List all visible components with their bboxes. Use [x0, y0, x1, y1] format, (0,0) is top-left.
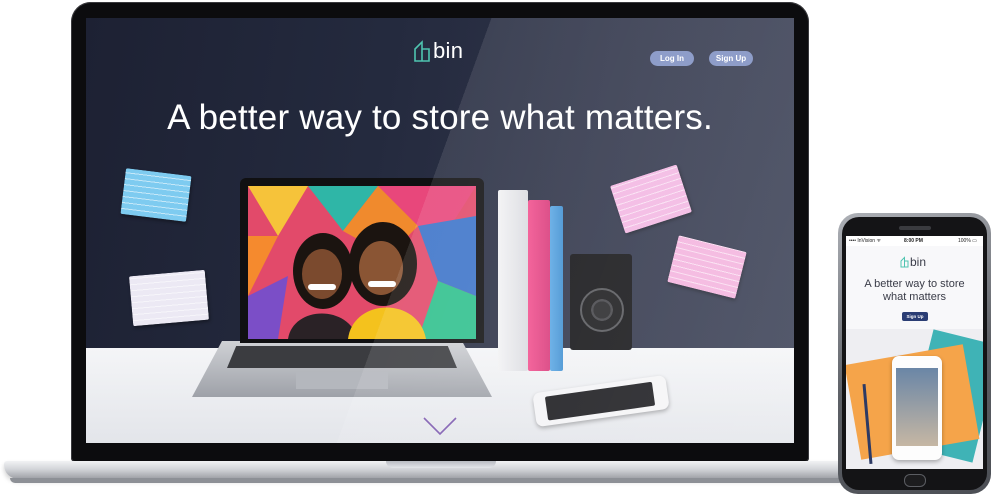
phone-home-button[interactable] — [904, 474, 926, 487]
chevron-down-icon[interactable] — [423, 416, 457, 436]
book-white — [498, 190, 528, 371]
speaker-cone — [580, 288, 624, 332]
photo-laptop-keyboard — [227, 346, 457, 368]
phone-screen: •••• InVision ᯤ 8:00 PM 100% ▭ bin A bet… — [846, 236, 983, 469]
status-carrier: •••• InVision ᯤ — [849, 238, 882, 244]
book-pink — [528, 200, 550, 371]
sticky-note-white — [128, 269, 210, 327]
status-battery: 100% ▭ — [958, 238, 977, 244]
laptop-notch — [386, 461, 496, 468]
house-logo-icon — [414, 40, 430, 62]
status-bar: •••• InVision ᯤ 8:00 PM 100% ▭ — [846, 236, 983, 246]
mobile-photo-selfie — [896, 368, 938, 446]
login-button[interactable]: Log In — [650, 51, 694, 66]
selfie-photo — [248, 186, 476, 339]
laptop-screen: bin Log In Sign Up A better way to store… — [86, 18, 794, 443]
mobile-headline: A better way to store what matters — [864, 278, 965, 303]
logo-text: bin — [433, 38, 464, 63]
status-time: 8:00 PM — [904, 238, 923, 244]
laptop-foot — [10, 478, 872, 483]
mobile-logo-text: bin — [910, 255, 927, 269]
site-logo[interactable]: bin — [413, 40, 463, 62]
book-blue — [550, 206, 563, 371]
mobile-signup-button[interactable]: Sign Up — [902, 312, 928, 321]
signup-button[interactable]: Sign Up — [709, 51, 753, 66]
hero-headline: A better way to store what matters. — [167, 98, 713, 137]
house-logo-icon — [900, 256, 909, 268]
sticky-note-blue — [120, 168, 192, 222]
photo-laptop-trackpad — [296, 372, 388, 389]
mobile-site-logo[interactable]: bin — [900, 256, 926, 268]
phone-speaker — [899, 226, 931, 230]
photo-laptop-screen — [240, 178, 484, 343]
